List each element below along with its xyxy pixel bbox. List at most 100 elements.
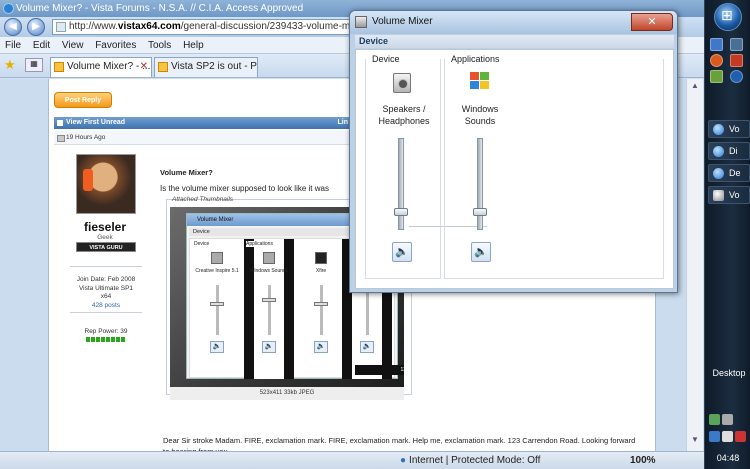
device-volume-track[interactable] (398, 138, 404, 230)
scroll-up-icon[interactable]: ▲ (689, 81, 701, 93)
device-menu-bar[interactable]: Device (355, 35, 674, 48)
url-path: /general-discussion/239433-volume-mix (180, 21, 350, 32)
app-volume-track[interactable] (477, 138, 483, 230)
device-name-line2: Headphones (378, 116, 430, 126)
applications-group: Applications Windows Sounds 🔈 (444, 54, 664, 279)
clock[interactable]: 04:48 (705, 453, 750, 463)
avatar[interactable] (76, 154, 136, 214)
thumbnail-col-header: Applications (246, 241, 273, 247)
thumbnail-slider-knob (210, 302, 224, 306)
user-arch: x64 (100, 293, 112, 300)
ie-logo-icon (3, 3, 14, 14)
back-button[interactable]: ◀ (4, 18, 22, 36)
menu-file[interactable]: File (5, 40, 21, 51)
volume-icon[interactable] (722, 431, 733, 442)
tab-favicon (54, 62, 64, 72)
mute-icon: 🔈 (314, 341, 328, 353)
url-input[interactable]: http://www.vistax64.com/general-discussi… (52, 19, 350, 35)
mute-icon: 🔈 (262, 341, 276, 353)
taskbar-button-di[interactable]: Di (708, 142, 750, 160)
close-button[interactable]: ✕ (631, 13, 673, 31)
status-bar: Internet | Protected Mode: Off 100% (0, 451, 704, 469)
zoom-level[interactable]: 100% (630, 452, 656, 469)
xfire-icon (315, 252, 327, 264)
ie-icon[interactable] (730, 70, 743, 83)
user-posts[interactable]: 428 posts (60, 302, 152, 309)
thumbnail-col-name: Creative Inspire 5.1 (195, 268, 239, 274)
menu-help[interactable]: Help (183, 40, 204, 51)
thumbnail-slider-knob (314, 302, 328, 306)
menu-view[interactable]: View (62, 40, 84, 51)
taskbar-button-vo-2[interactable]: Vo (708, 186, 750, 204)
menu-tools[interactable]: Tools (148, 40, 171, 51)
windows-logo-icon[interactable] (470, 72, 490, 90)
speaker-icon (355, 16, 367, 28)
security-zone[interactable]: Internet | Protected Mode: Off (400, 452, 540, 469)
tab-favicon (158, 62, 168, 72)
app-icon[interactable] (710, 70, 723, 83)
tab-volume-mixer[interactable]: Volume Mixer? - ... ✕ (50, 57, 152, 77)
volume-mixer-body: Device Speakers / Headphones 🔈 Applicati… (355, 49, 674, 289)
firefox-icon[interactable] (710, 54, 723, 67)
forward-button[interactable]: ▶ (27, 18, 45, 36)
divider (70, 312, 142, 313)
device-group-label: Device (370, 54, 402, 64)
device-group: Device Speakers / Headphones 🔈 (365, 54, 441, 279)
username[interactable]: fieseler (60, 220, 150, 234)
app-icon[interactable] (730, 54, 743, 67)
menu-edit[interactable]: Edit (33, 40, 50, 51)
menu-favorites[interactable]: Favorites (95, 40, 136, 51)
switch-windows-icon[interactable] (730, 38, 743, 51)
volume-mixer-title: Volume Mixer (372, 16, 433, 27)
tab-vista-sp2[interactable]: Vista SP2 is out - Pa... (154, 57, 258, 77)
start-button[interactable] (714, 3, 742, 31)
post-reply-button[interactable]: Post Reply (54, 92, 112, 108)
post-text: Is the volume mixer supposed to look lik… (160, 184, 329, 193)
desktop-label[interactable]: Desktop (707, 368, 750, 378)
thumbnail-slider-track (216, 285, 219, 335)
thread-bar-right[interactable]: Lin (338, 117, 349, 129)
speakers-icon[interactable] (393, 73, 411, 93)
thumbnail-caption: 523x411 33kb JPEG (170, 387, 404, 400)
thumbnail-slider-track (268, 285, 271, 335)
post-title: Volume Mixer? (160, 168, 213, 177)
quick-tabs-icon[interactable]: ▦ (25, 58, 43, 72)
applications-group-label: Applications (449, 54, 502, 64)
taskbar-button-vo[interactable]: Vo (708, 120, 750, 138)
user-os: Vista Ultimate SP1 (78, 285, 134, 292)
volume-mixer-title-bar[interactable]: Volume Mixer ✕ (350, 11, 677, 34)
tray-icon[interactable] (722, 414, 733, 425)
tray-icon[interactable] (709, 414, 720, 425)
reputation-meter (86, 337, 126, 342)
favorites-star-icon[interactable]: ★ (4, 58, 18, 72)
attached-thumbnails-label: Attached Thumbnails (172, 196, 234, 203)
scroll-down-icon[interactable]: ▼ (689, 435, 701, 447)
mute-icon: 🔈 (210, 341, 224, 353)
taskbar-button-de[interactable]: De (708, 164, 750, 182)
divider (70, 266, 142, 267)
app-name-line1: Windows (461, 104, 499, 114)
show-desktop-icon[interactable] (710, 38, 723, 51)
app-volume-slider[interactable] (473, 207, 487, 216)
page-scrollbar[interactable]: ▲ ▼ (686, 79, 703, 451)
thumbnail-column: Device Creative Inspire 5.1 🔈 (192, 239, 242, 379)
tray-icon[interactable] (735, 431, 746, 442)
device-volume-slider[interactable] (394, 207, 408, 216)
device-name-line1: Speakers / (382, 104, 426, 114)
windows-logo-icon (263, 252, 275, 264)
page-icon (56, 22, 66, 32)
tab-label: Vista SP2 is out - Pa... (171, 61, 257, 72)
view-first-unread-bar[interactable]: View First Unread Lin (54, 117, 352, 129)
network-icon[interactable] (709, 431, 720, 442)
view-first-unread-link[interactable]: View First Unread (66, 119, 125, 126)
tab-close-icon[interactable]: ✕ (140, 58, 148, 76)
device-mute-button[interactable]: 🔈 (392, 242, 412, 262)
post-date: 19 Hours Ago (66, 134, 106, 141)
app-name-line2: Sounds (464, 116, 496, 126)
rep-power: Rep Power: 39 (84, 328, 128, 335)
url-prefix: http://www. (69, 21, 118, 32)
thumbnail-col-name: Windows Sounds (249, 268, 289, 274)
join-date: Join Date: Feb 2008 (76, 276, 136, 283)
taskbar: Vo Di De Vo Desktop 04:48 (704, 0, 750, 469)
app-mute-button[interactable]: 🔈 (471, 242, 491, 262)
